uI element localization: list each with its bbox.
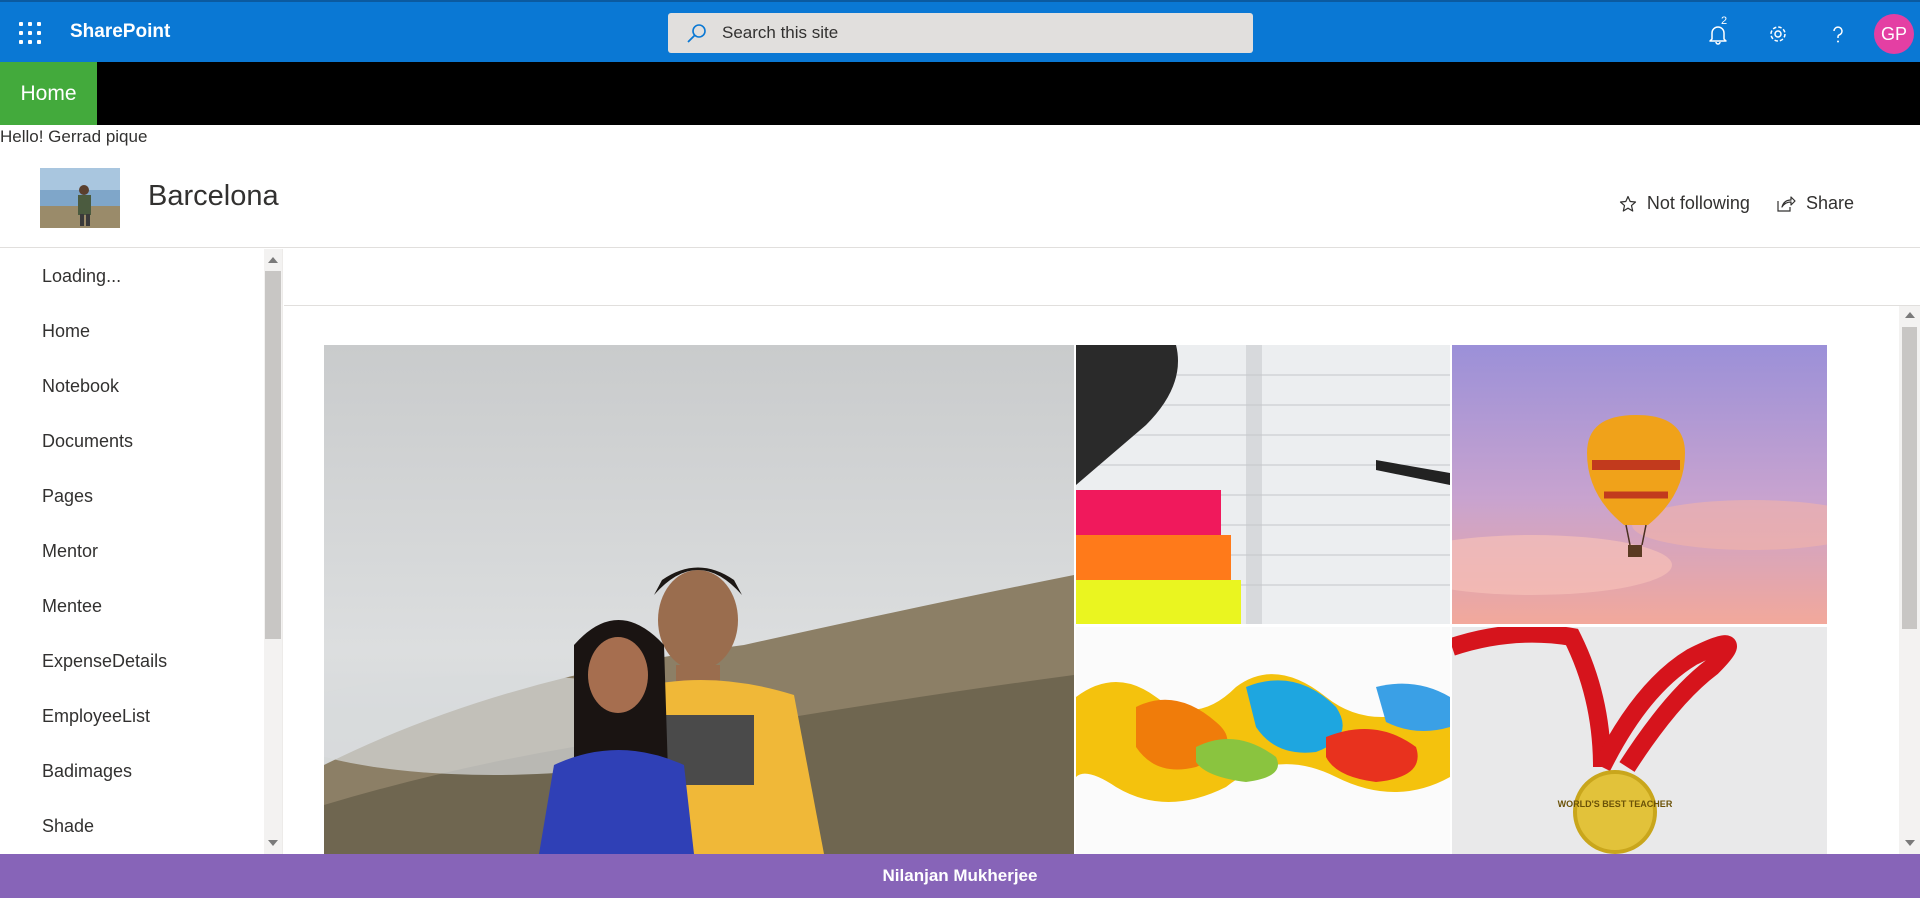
site-header: Barcelona Not following Share bbox=[0, 150, 1920, 248]
nav-item-home[interactable]: Home bbox=[0, 304, 282, 359]
follow-label: Not following bbox=[1646, 193, 1750, 213]
notification-count: 2 bbox=[1721, 15, 1728, 27]
greeting-text: Hello! Gerrad pique bbox=[0, 127, 148, 146]
nav-item-pages[interactable]: Pages bbox=[0, 469, 282, 524]
page-scroll-down-icon[interactable] bbox=[1905, 840, 1915, 846]
main-content: WORLD'S BEST TEACHER bbox=[284, 249, 1920, 854]
nav-item-mentor[interactable]: Mentor bbox=[0, 524, 282, 579]
nav-scrollbar-thumb[interactable] bbox=[265, 271, 281, 639]
share-icon bbox=[1777, 195, 1796, 212]
search-icon bbox=[687, 24, 706, 43]
search-placeholder: Search this site bbox=[722, 23, 839, 42]
brand-name[interactable]: SharePoint bbox=[70, 21, 170, 43]
star-icon bbox=[1619, 195, 1636, 212]
hero-tile-couple-photo[interactable] bbox=[324, 345, 1074, 854]
gear-icon bbox=[1770, 26, 1786, 42]
command-bar bbox=[284, 249, 1920, 306]
nav-item-mentee[interactable]: Mentee bbox=[0, 579, 282, 634]
hero-tile-medal-photo[interactable]: WORLD'S BEST TEACHER bbox=[1452, 627, 1827, 854]
share-label: Share bbox=[1805, 193, 1854, 213]
help-button[interactable] bbox=[1808, 14, 1868, 54]
hero-webpart: WORLD'S BEST TEACHER bbox=[324, 345, 1830, 854]
site-logo[interactable] bbox=[40, 168, 120, 228]
suite-bar: SharePoint Search this site 2 GP bbox=[0, 0, 1920, 62]
nav-scroll-up-icon[interactable] bbox=[268, 257, 278, 263]
help-icon bbox=[1833, 26, 1843, 43]
nav-item-expensedetails[interactable]: ExpenseDetails bbox=[0, 634, 282, 689]
nav-scroll-down-icon[interactable] bbox=[268, 840, 278, 846]
nav-item-notebook[interactable]: Notebook bbox=[0, 359, 282, 414]
nav-item-loading[interactable]: Loading... bbox=[0, 249, 282, 304]
app-launcher-icon[interactable] bbox=[18, 21, 42, 45]
hero-tile-balloon-photo[interactable] bbox=[1452, 345, 1827, 624]
page-scroll-up-icon[interactable] bbox=[1905, 312, 1915, 318]
search-box[interactable]: Search this site bbox=[668, 13, 1253, 53]
nav-item-documents[interactable]: Documents bbox=[0, 414, 282, 469]
notifications-button[interactable]: 2 bbox=[1688, 14, 1748, 54]
nav-item-shade[interactable]: Shade bbox=[0, 799, 282, 854]
follow-button[interactable]: Not following bbox=[1619, 193, 1750, 214]
left-nav: Loading... Home Notebook Documents Pages… bbox=[0, 249, 283, 854]
footer-bar: Nilanjan Mukherjee bbox=[0, 854, 1920, 898]
hub-home-link[interactable]: Home bbox=[0, 62, 97, 125]
nav-item-badimages[interactable]: Badimages bbox=[0, 744, 282, 799]
avatar[interactable]: GP bbox=[1874, 14, 1914, 54]
page-scrollbar-thumb[interactable] bbox=[1902, 327, 1917, 629]
settings-button[interactable] bbox=[1748, 14, 1808, 54]
hero-tile-notebook-photo[interactable] bbox=[1076, 345, 1450, 624]
hero-tile-ink-photo[interactable] bbox=[1076, 627, 1450, 854]
share-button[interactable]: Share bbox=[1776, 193, 1854, 214]
site-title[interactable]: Barcelona bbox=[148, 180, 279, 213]
nav-item-employeelist[interactable]: EmployeeList bbox=[0, 689, 282, 744]
medal-text: WORLD'S BEST TEACHER bbox=[1558, 799, 1673, 809]
hub-nav: Home bbox=[0, 62, 1920, 125]
